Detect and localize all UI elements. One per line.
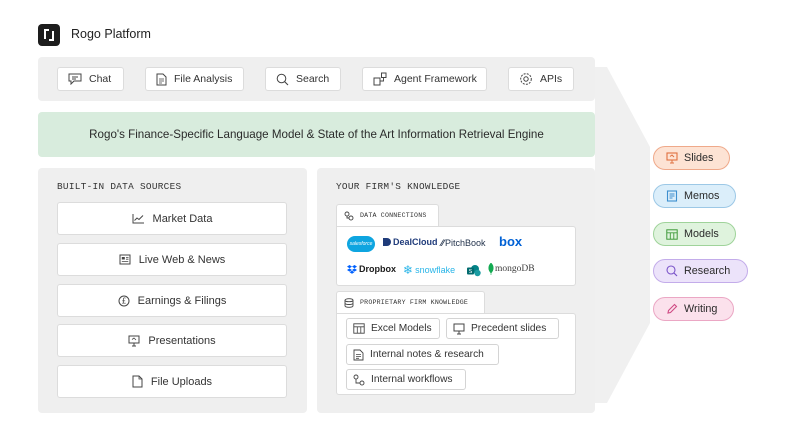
source-presentations[interactable]: Presentations: [57, 324, 287, 357]
tool-agent-framework[interactable]: Agent Framework: [362, 67, 487, 91]
slides-icon: [666, 152, 678, 164]
output-memos-label: Memos: [684, 190, 720, 202]
item-internal-notes-label: Internal notes & research: [370, 349, 484, 360]
mongodb-logo-text: mongoDB: [495, 264, 535, 274]
data-connections-box: [336, 226, 576, 286]
source-market-data[interactable]: Market Data: [57, 202, 287, 235]
item-excel-models-label: Excel Models: [371, 323, 432, 334]
svg-text:S: S: [469, 269, 473, 275]
item-precedent-slides-label: Precedent slides: [471, 323, 547, 334]
pitchbook-logo-text: PitchBook: [445, 238, 486, 248]
workflow-icon: [353, 374, 365, 385]
box-logo: box: [499, 234, 523, 249]
research-search-icon: [666, 265, 678, 277]
file-icon: [132, 375, 143, 388]
item-precedent-slides[interactable]: Precedent slides: [446, 318, 559, 339]
output-models[interactable]: Models: [653, 222, 736, 246]
tool-search[interactable]: Search: [265, 67, 341, 91]
tool-chat-label: Chat: [89, 73, 112, 85]
dealcloud-icon: [383, 238, 391, 246]
tool-apis[interactable]: APIs: [508, 67, 574, 91]
output-research[interactable]: Research: [653, 259, 748, 283]
tool-search-label: Search: [296, 73, 330, 85]
model-banner: Rogo's Finance-Specific Language Model &…: [38, 112, 595, 157]
svg-text:£: £: [121, 296, 126, 305]
proprietary-knowledge-tab-label: PROPRIETARY FIRM KNOWLEDGE: [360, 299, 469, 306]
tool-chat[interactable]: Chat: [57, 67, 124, 91]
data-connections-tab-label: DATA CONNECTIONS: [360, 212, 427, 219]
tool-file-analysis-label: File Analysis: [174, 73, 233, 85]
dropbox-icon: [347, 264, 357, 274]
chat-icon: [68, 73, 82, 85]
item-internal-workflows-label: Internal workflows: [371, 374, 453, 385]
brand-name: Rogo Platform: [71, 27, 151, 41]
sharepoint-icon: S: [467, 265, 481, 277]
pitchbook-logo: ⁄⁄ PitchBook: [441, 238, 486, 248]
output-writing-label: Writing: [684, 303, 718, 315]
table-icon: [353, 323, 365, 334]
source-file-uploads[interactable]: File Uploads: [57, 365, 287, 398]
pen-icon: [667, 303, 678, 314]
snowflake-logo: ❄ snowflake: [403, 263, 455, 277]
snowflake-logo-text: snowflake: [415, 265, 456, 275]
dropbox-logo: Dropbox: [347, 264, 396, 274]
tool-agent-framework-label: Agent Framework: [394, 73, 477, 85]
item-internal-notes[interactable]: Internal notes & research: [346, 344, 499, 365]
source-earnings-filings[interactable]: £ Earnings & Filings: [57, 284, 287, 317]
source-earnings-filings-label: Earnings & Filings: [137, 294, 227, 307]
models-table-icon: [666, 228, 678, 240]
output-research-label: Research: [684, 265, 731, 277]
source-live-web-news-label: Live Web & News: [138, 253, 226, 266]
line-chart-icon: [132, 214, 144, 224]
source-live-web-news[interactable]: Live Web & News: [57, 243, 287, 276]
currency-icon: £: [118, 295, 130, 306]
output-slides-label: Slides: [684, 152, 714, 164]
source-file-uploads-label: File Uploads: [150, 375, 213, 388]
snowflake-icon: ❄: [403, 263, 414, 277]
model-banner-text: Rogo's Finance-Specific Language Model &…: [89, 128, 544, 141]
connection-icon: [344, 211, 354, 220]
output-memos[interactable]: Memos: [653, 184, 736, 208]
mongodb-leaf-icon: [488, 263, 494, 275]
newspaper-icon: [119, 254, 131, 265]
mongodb-logo: mongoDB: [488, 263, 535, 275]
presentation-icon: [128, 335, 140, 346]
database-icon: [344, 297, 354, 308]
agent-framework-icon: [373, 72, 387, 86]
memo-icon: [666, 190, 678, 202]
dropbox-logo-text: Dropbox: [359, 264, 396, 274]
sharepoint-logo: S: [467, 264, 481, 282]
tool-apis-label: APIs: [540, 73, 563, 85]
item-internal-workflows[interactable]: Internal workflows: [346, 369, 466, 390]
salesforce-logo: salesforce: [347, 236, 375, 252]
presentation-icon: [453, 323, 465, 334]
api-gear-icon: [520, 73, 532, 85]
output-models-label: Models: [684, 228, 719, 240]
tool-file-analysis[interactable]: File Analysis: [145, 67, 244, 91]
dealcloud-logo: DealCloud: [382, 237, 438, 247]
output-writing[interactable]: Writing: [653, 297, 734, 321]
file-icon: [156, 73, 167, 85]
output-slides[interactable]: Slides: [653, 146, 730, 170]
pitchbook-icon: ⁄⁄: [441, 238, 445, 248]
document-icon: [353, 349, 364, 360]
rogo-logo: [38, 24, 60, 46]
firm-knowledge-title: YOUR FIRM'S KNOWLEDGE: [336, 181, 461, 192]
item-excel-models[interactable]: Excel Models: [346, 318, 440, 339]
output-funnel: [595, 67, 650, 403]
source-presentations-label: Presentations: [148, 334, 216, 347]
builtin-data-title: BUILT-IN DATA SOURCES: [57, 181, 182, 192]
search-icon: [276, 73, 289, 85]
proprietary-knowledge-tab: PROPRIETARY FIRM KNOWLEDGE: [336, 291, 485, 313]
salesforce-logo-text: salesforce: [349, 241, 373, 247]
rogo-logo-icon: [44, 29, 54, 41]
source-market-data-label: Market Data: [152, 212, 213, 225]
dealcloud-logo-text: DealCloud: [393, 237, 438, 247]
data-connections-tab: DATA CONNECTIONS: [336, 204, 439, 226]
